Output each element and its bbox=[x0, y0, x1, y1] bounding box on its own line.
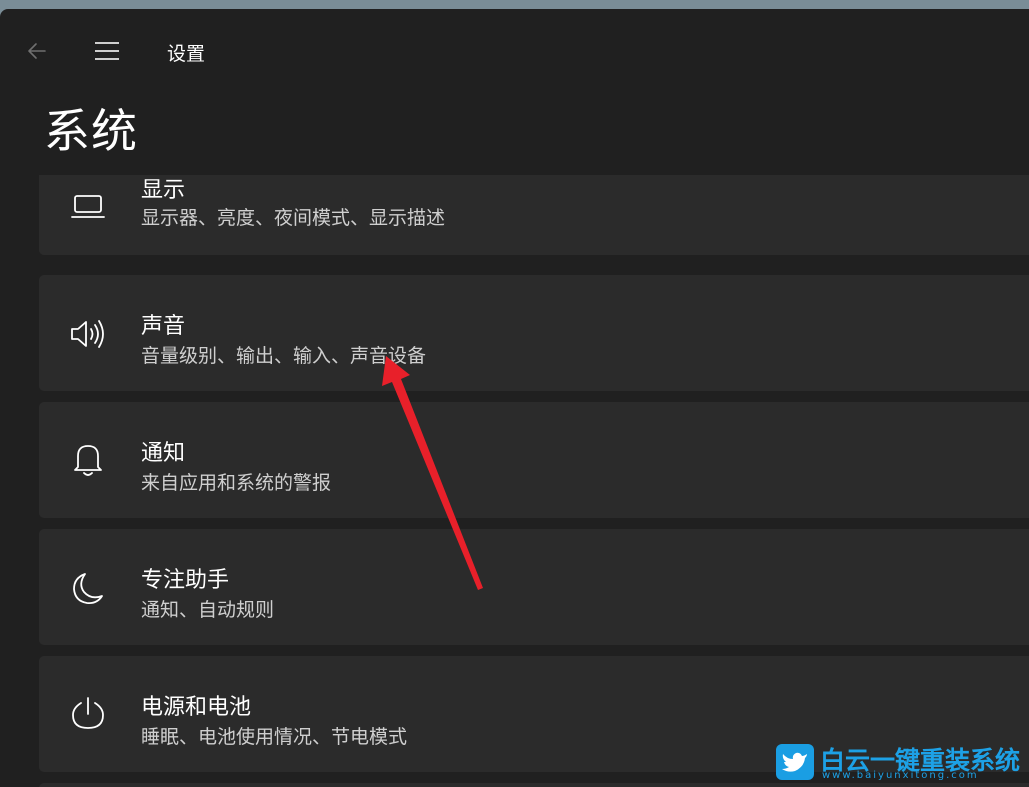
back-button[interactable] bbox=[20, 35, 54, 67]
watermark-url: www.baiyunxitong.com bbox=[822, 770, 979, 781]
power-icon bbox=[69, 694, 107, 732]
menu-button[interactable] bbox=[90, 35, 124, 67]
settings-item-subtitle: 通知、自动规则 bbox=[141, 599, 275, 621]
settings-item-display[interactable]: 显示 显示器、亮度、夜间模式、显示描述 bbox=[39, 175, 1029, 255]
app-title: 设置 bbox=[167, 43, 206, 65]
settings-item-title: 电源和电池 bbox=[141, 695, 252, 720]
speaker-icon bbox=[69, 315, 107, 353]
settings-item-subtitle: 来自应用和系统的警报 bbox=[141, 472, 332, 494]
settings-item-subtitle: 音量级别、输出、输入、声音设备 bbox=[141, 345, 427, 367]
settings-item-notifications[interactable]: 通知 来自应用和系统的警报 bbox=[39, 402, 1029, 518]
hamburger-menu-icon bbox=[95, 42, 119, 60]
settings-item-title: 专注助手 bbox=[141, 568, 230, 593]
settings-item-sound[interactable]: 声音 音量级别、输出、输入、声音设备 bbox=[39, 275, 1029, 391]
bell-icon bbox=[69, 440, 107, 478]
watermark: 白云一键重装系统 www.baiyunxitong.com bbox=[776, 743, 1026, 783]
settings-list[interactable]: 显示 显示器、亮度、夜间模式、显示描述 声音 音量级别、输出、输入、声音设备 通… bbox=[0, 175, 1029, 787]
bird-logo-icon bbox=[776, 744, 814, 780]
laptop-icon bbox=[69, 187, 107, 225]
title-bar: 设置 bbox=[0, 9, 1029, 89]
settings-item-title: 声音 bbox=[141, 314, 186, 339]
settings-item-subtitle: 睡眠、电池使用情况、节电模式 bbox=[141, 726, 408, 748]
settings-item-title: 显示 bbox=[141, 178, 186, 203]
settings-item-focus-assist[interactable]: 专注助手 通知、自动规则 bbox=[39, 529, 1029, 645]
page-title: 系统 bbox=[44, 104, 138, 158]
settings-item-partial[interactable] bbox=[39, 783, 1029, 787]
settings-item-subtitle: 显示器、亮度、夜间模式、显示描述 bbox=[141, 207, 446, 229]
back-arrow-icon bbox=[28, 43, 46, 59]
settings-window: 设置 系统 显示 显示器、亮度、夜间模式、显示描述 声音 音量级别、输出、输入、… bbox=[0, 9, 1029, 787]
moon-icon bbox=[69, 569, 107, 607]
settings-item-title: 通知 bbox=[141, 441, 186, 466]
